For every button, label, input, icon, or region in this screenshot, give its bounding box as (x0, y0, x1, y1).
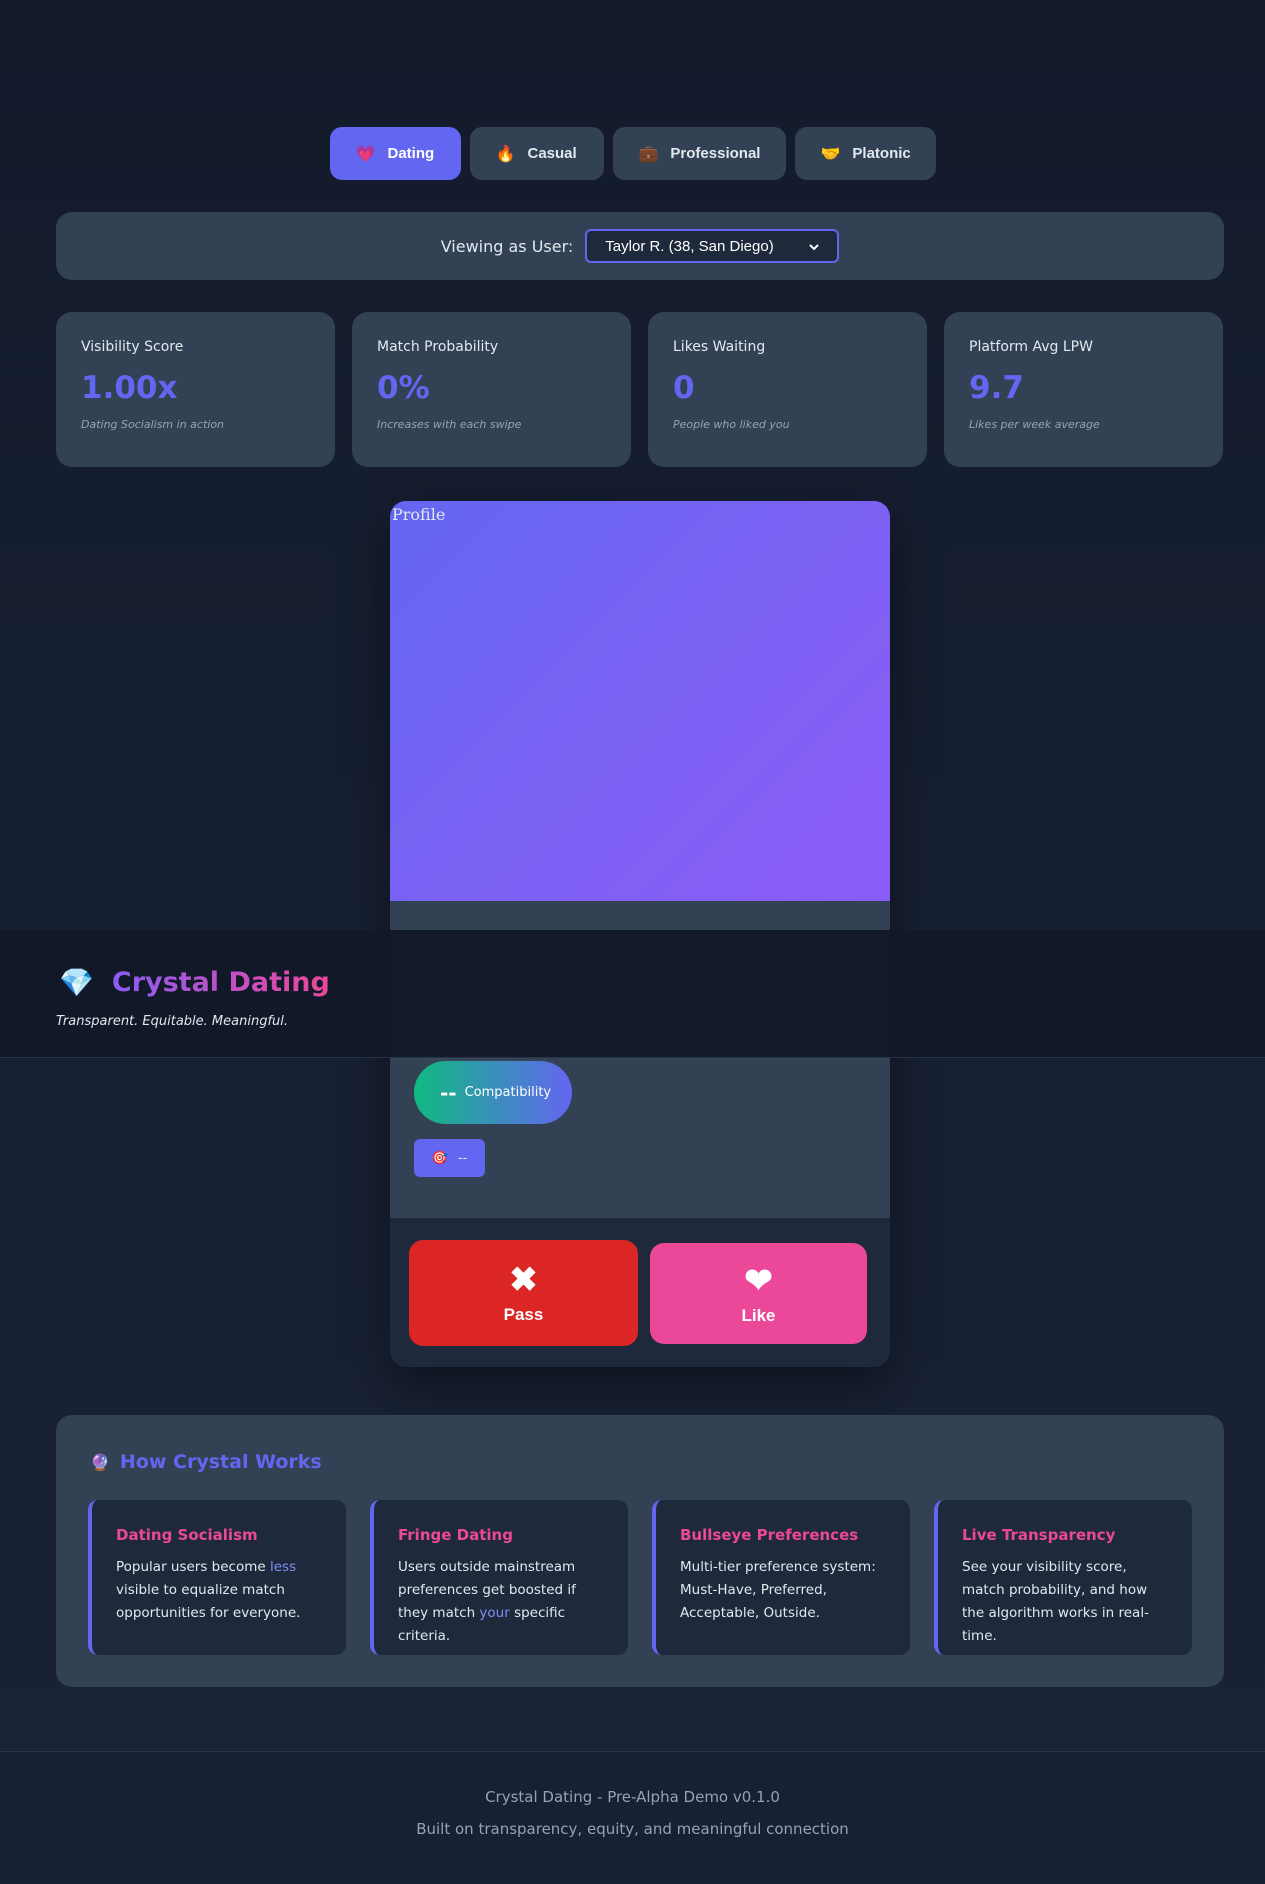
stat-title: Likes Waiting (673, 339, 766, 355)
highlight-text: your (479, 1605, 510, 1621)
bullseye-value: -- (457, 1150, 468, 1166)
mode-tabs: 💗 Dating 🔥 Casual 💼 Professional 🤝 Plato… (0, 127, 1265, 180)
how-crystal-works-section: 🔮 How Crystal Works Dating Socialism Pop… (56, 1415, 1224, 1687)
tab-label: Casual (527, 145, 577, 162)
section-title: 🔮 How Crystal Works (90, 1451, 322, 1473)
tab-label: Professional (670, 145, 761, 162)
broken-image-alt-text: Profile (392, 505, 446, 524)
like-label: Like (741, 1305, 776, 1325)
stat-value: 9.7 (969, 370, 1024, 406)
stats-row: Visibility Score 1.00x Dating Socialism … (56, 312, 1224, 467)
heart-icon: ❤ (744, 1261, 773, 1300)
footer: Crystal Dating - Pre-Alpha Demo v0.1.0 B… (0, 1751, 1265, 1884)
fire-icon: 🔥 (495, 145, 516, 163)
feature-card-dating-socialism: Dating Socialism Popular users become le… (88, 1500, 346, 1655)
feature-title: Live Transparency (962, 1526, 1116, 1544)
section-heading: How Crystal Works (119, 1451, 322, 1473)
pass-button[interactable]: ✖ Pass (409, 1240, 638, 1346)
compatibility-label: Compatibility (464, 1085, 552, 1100)
stat-card-match-probability: Match Probability 0% Increases with each… (352, 312, 631, 467)
stat-description: Increases with each swipe (377, 418, 522, 431)
feature-card-bullseye-preferences: Bullseye Preferences Multi-tier preferen… (652, 1500, 910, 1655)
footer-mission: Built on transparency, equity, and meani… (416, 1820, 849, 1838)
feature-description: Popular users become less visible to equ… (116, 1559, 301, 1621)
stat-card-visibility-score: Visibility Score 1.00x Dating Socialism … (56, 312, 335, 467)
stat-title: Visibility Score (81, 339, 184, 355)
tab-platonic[interactable]: 🤝 Platonic (794, 127, 936, 180)
tab-label: Platonic (852, 145, 911, 162)
stat-value: 1.00x (81, 370, 178, 406)
highlight-text: less (269, 1559, 297, 1575)
feature-title: Bullseye Preferences (680, 1526, 859, 1544)
stat-card-likes-waiting: Likes Waiting 0 People who liked you (648, 312, 927, 467)
feature-title: Dating Socialism (116, 1526, 258, 1544)
tab-professional[interactable]: 💼 Professional (612, 127, 786, 180)
feature-description: See your visibility score, match probabi… (962, 1559, 1149, 1644)
logo[interactable]: 💎 Crystal Dating (59, 966, 330, 999)
crystal-ball-icon: 🔮 (90, 1452, 110, 1472)
target-icon: 🎯 (431, 1150, 448, 1166)
viewing-as-label: Viewing as User: (440, 236, 574, 256)
feature-list: Dating Socialism Popular users become le… (88, 1500, 1192, 1655)
feature-description: Users outside mainstream preferences get… (398, 1559, 576, 1644)
compatibility-badge: -- Compatibility (414, 1061, 572, 1124)
feature-card-live-transparency: Live Transparency See your visibility sc… (934, 1500, 1192, 1655)
gem-icon: 💎 (59, 966, 94, 999)
footer-version: Crystal Dating - Pre-Alpha Demo v0.1.0 (485, 1788, 780, 1806)
compatibility-value: -- (440, 1080, 457, 1105)
stat-description: Likes per week average (969, 418, 1100, 431)
stat-title: Platform Avg LPW (969, 339, 1093, 355)
briefcase-icon: 💼 (638, 145, 659, 163)
feature-title: Fringe Dating (398, 1526, 513, 1544)
close-icon: ✖ (509, 1261, 538, 1299)
brand-name: Crystal Dating (111, 967, 330, 998)
feature-description: Multi-tier preference system: Must-Have,… (680, 1559, 876, 1621)
tagline: Transparent. Equitable. Meaningful. (56, 1014, 289, 1029)
stat-card-platform-avg-lpw: Platform Avg LPW 9.7 Likes per week aver… (944, 312, 1223, 467)
tab-casual[interactable]: 🔥 Casual (469, 127, 604, 180)
handshake-icon: 🤝 (820, 145, 841, 163)
heart-icon: 💗 (355, 145, 376, 163)
user-select-value: Taylor R. (38, San Diego) (605, 237, 774, 255)
like-button[interactable]: ❤ Like (650, 1243, 867, 1344)
user-selector-bar: Viewing as User: Taylor R. (38, San Dieg… (56, 212, 1224, 280)
chevron-down-icon (809, 238, 820, 255)
user-select[interactable]: Taylor R. (38, San Diego) (585, 229, 840, 263)
profile-photo: Profile (390, 501, 890, 901)
app-header: 💎 Crystal Dating Transparent. Equitable.… (0, 930, 1265, 1058)
feature-card-fringe-dating: Fringe Dating Users outside mainstream p… (370, 1500, 628, 1655)
stat-value: 0 (673, 370, 695, 406)
swipe-actions: ✖ Pass ❤ Like (409, 1240, 867, 1346)
stat-description: People who liked you (673, 418, 790, 431)
stat-value: 0% (377, 370, 430, 406)
bullseye-badge: 🎯 -- (414, 1139, 485, 1177)
pass-label: Pass (503, 1305, 544, 1324)
stat-description: Dating Socialism in action (81, 418, 225, 431)
tab-dating[interactable]: 💗 Dating (329, 127, 461, 180)
stat-title: Match Probability (377, 339, 499, 355)
tab-label: Dating (387, 145, 435, 162)
